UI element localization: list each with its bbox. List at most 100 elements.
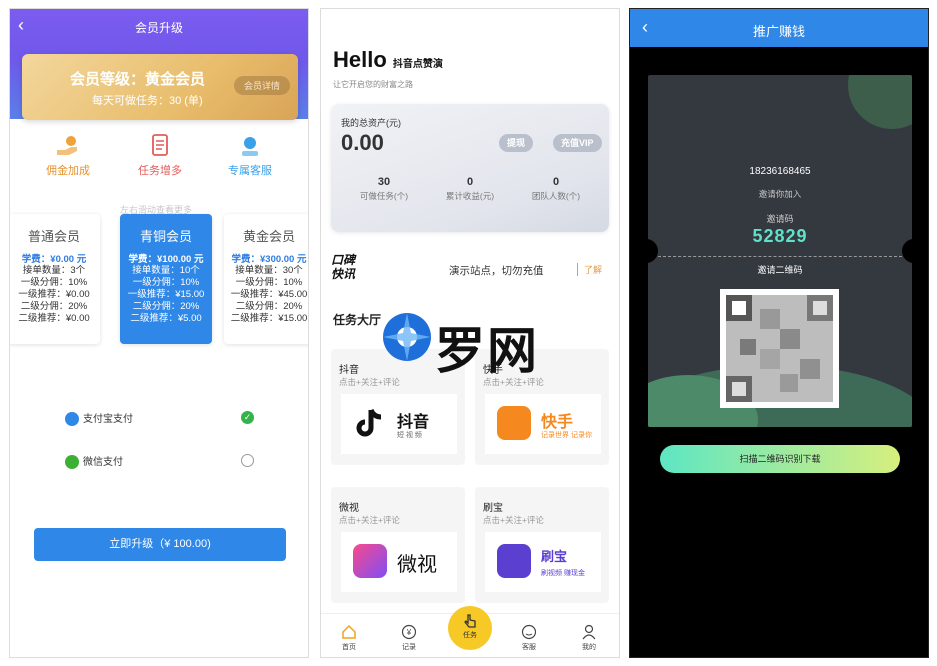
shuabao-logo: 刷宝 刷视频 赚现金 — [485, 532, 601, 592]
tier-line: 二级推荐：¥5.00 — [130, 313, 202, 324]
hand-coin-icon — [57, 136, 77, 155]
invite-text: 邀请你加入 — [758, 189, 802, 199]
shuabao-icon — [497, 544, 531, 578]
task-title: 微视 — [339, 503, 359, 514]
user-icon — [582, 624, 596, 640]
tier-line: 二级分佣：20% — [235, 301, 303, 312]
stat-team: 0 团队人数(个) — [511, 176, 601, 202]
weishi-logo: 微视 — [341, 532, 457, 592]
tier-fee: 学费：¥100.00 元 — [128, 254, 204, 265]
tap-hand-icon — [464, 614, 476, 628]
payment-label: 支付宝支付 — [83, 414, 133, 425]
tier-line: 接单数量：30个 — [235, 265, 303, 276]
qr-code-image — [720, 289, 839, 408]
task-card-shuabao[interactable]: 刷宝 点击+关注+评论 刷宝 刷视频 赚现金 — [475, 487, 609, 603]
stat-value: 0 — [466, 176, 474, 188]
payment-wechat[interactable]: 微信支付 — [65, 453, 123, 470]
task-title: 刷宝 — [483, 503, 503, 514]
qr-code-icon — [726, 295, 833, 402]
header: ‹ 推广赚钱 — [630, 9, 928, 47]
home-icon — [342, 624, 356, 639]
member-detail-button[interactable]: 会员详情 — [233, 76, 290, 95]
tier-card-basic[interactable]: 普通会员 学费：¥0.00 元 接单数量：3个 一级分佣：10% 一级推荐：¥0… — [10, 214, 100, 344]
yuan-icon: ¥ — [401, 624, 417, 640]
promotion-screen: ‹ 推广赚钱 18236168465 邀请你加入 邀请码 52829 邀请二维码 — [629, 8, 929, 658]
svg-text:¥: ¥ — [406, 628, 412, 637]
subtitle: 让它开启您的财富之路 — [333, 80, 413, 89]
stat-value: 30 — [377, 176, 391, 188]
tier-line: 二级推荐：¥0.00 — [18, 313, 90, 324]
kuaishou-icon — [497, 406, 531, 440]
tab-label: 任务 — [463, 632, 477, 639]
tier-line: 二级推荐：¥15.00 — [230, 313, 308, 324]
feature-more-tasks: 任务增多 — [120, 134, 200, 178]
kuaishou-logo: 快手 记录世界 记录你 — [485, 394, 601, 454]
smile-icon — [521, 624, 537, 640]
tab-mine[interactable]: 我的 — [569, 624, 609, 652]
watermark-text: 罗网 — [435, 323, 539, 379]
feature-label: 任务增多 — [138, 165, 182, 177]
notice-bar[interactable]: 口碑 快讯 演示站点，切勿充值 了解 — [329, 251, 613, 287]
task-title: 抖音 — [339, 365, 359, 376]
tab-home[interactable]: 首页 — [329, 624, 369, 652]
tier-line: 一级推荐：¥0.00 — [18, 289, 90, 300]
feature-label: 佣金加成 — [46, 165, 90, 177]
task-subtitle: 点击+关注+评论 — [483, 515, 544, 525]
document-icon — [152, 134, 168, 156]
wechat-radio-icon[interactable] — [241, 454, 254, 467]
recharge-vip-button[interactable]: 充值VIP — [553, 134, 602, 152]
tab-tasks[interactable]: 任务 — [448, 606, 492, 650]
inviter-phone: 18236168465 — [749, 166, 811, 177]
tier-name: 黄金会员 — [242, 229, 295, 244]
feature-list: 佣金加成 任务增多 专属客服 — [10, 134, 308, 194]
tier-line: 接单数量：3个 — [22, 265, 86, 276]
greeting: Hello 抖音点赞演 — [333, 47, 443, 73]
notice-text: 演示站点，切勿充值 — [449, 265, 544, 277]
payment-alipay[interactable]: 支付宝支付 — [65, 410, 133, 427]
divider — [658, 256, 902, 257]
news-logo-line: 快讯 — [331, 267, 356, 281]
invite-code: 52829 — [752, 226, 808, 246]
alipay-radio-checked-icon[interactable]: ✓ — [241, 411, 254, 424]
invite-code-label: 邀请码 — [766, 214, 794, 224]
tier-card-bronze[interactable]: 青铜会员 学费：¥100.00 元 接单数量：10个 一级分佣：10% 一级推荐… — [120, 214, 212, 344]
scan-download-button[interactable]: 扫描二维码识别下载 — [660, 445, 900, 473]
feature-exclusive-service: 专属客服 — [210, 134, 290, 178]
tab-records[interactable]: ¥ 记录 — [389, 624, 429, 652]
daily-tasks: 每天可做任务：30 (单) — [92, 95, 203, 107]
tier-line: 二级分佣：20% — [132, 301, 200, 312]
hello-text: Hello — [333, 47, 387, 72]
tier-fee: 学费：¥300.00 元 — [231, 254, 307, 265]
logo-text: 刷宝 — [541, 549, 568, 564]
douyin-logo: 抖音 短 视 频 — [341, 394, 457, 454]
tab-service[interactable]: 客服 — [509, 624, 549, 652]
logo-subtext: 短 视 频 — [397, 432, 422, 439]
invite-poster: 18236168465 邀请你加入 邀请码 52829 邀请二维码 — [648, 75, 912, 427]
tier-line: 一级分佣：10% — [132, 277, 200, 288]
tier-card-gold[interactable]: 黄金会员 学费：¥300.00 元 接单数量：30个 一级分佣：10% 一级推荐… — [224, 214, 308, 344]
tab-label: 记录 — [402, 644, 416, 651]
stat-tasks: 30 可做任务(个) — [339, 176, 429, 202]
upgrade-button[interactable]: 立即升级（¥ 100.00) — [34, 528, 286, 561]
task-subtitle: 点击+关注+评论 — [339, 515, 400, 525]
tier-name: 普通会员 — [27, 229, 80, 244]
wechat-icon — [65, 455, 79, 470]
news-logo: 口碑 快讯 — [331, 253, 355, 281]
tier-line: 一级分佣：10% — [235, 277, 303, 288]
notice-more-link[interactable]: 了解 — [577, 263, 602, 276]
stat-label: 团队人数(个) — [531, 191, 581, 201]
tab-label: 首页 — [342, 644, 356, 651]
tier-name: 青铜会员 — [139, 229, 192, 244]
douyin-icon — [356, 408, 382, 437]
asset-card: 我的总资产(元) 0.00 提现 充值VIP 30 可做任务(个) 0 累计收益… — [331, 104, 609, 232]
logo-text: 抖音 — [397, 414, 430, 431]
task-card-weishi[interactable]: 微视 点击+关注+评论 微视 — [331, 487, 465, 603]
withdraw-button[interactable]: 提现 — [499, 134, 534, 152]
tier-line: 一级分佣：10% — [20, 277, 88, 288]
asset-value: 0.00 — [341, 130, 384, 155]
tab-label: 客服 — [522, 644, 536, 651]
member-level-card: 会员等级：黄金会员 每天可做任务：30 (单) 会员详情 — [22, 54, 298, 120]
stat-value: 0 — [552, 176, 560, 188]
tier-fee: 学费：¥0.00 元 — [21, 254, 87, 265]
logo-subtext: 记录世界 记录你 — [541, 432, 592, 439]
